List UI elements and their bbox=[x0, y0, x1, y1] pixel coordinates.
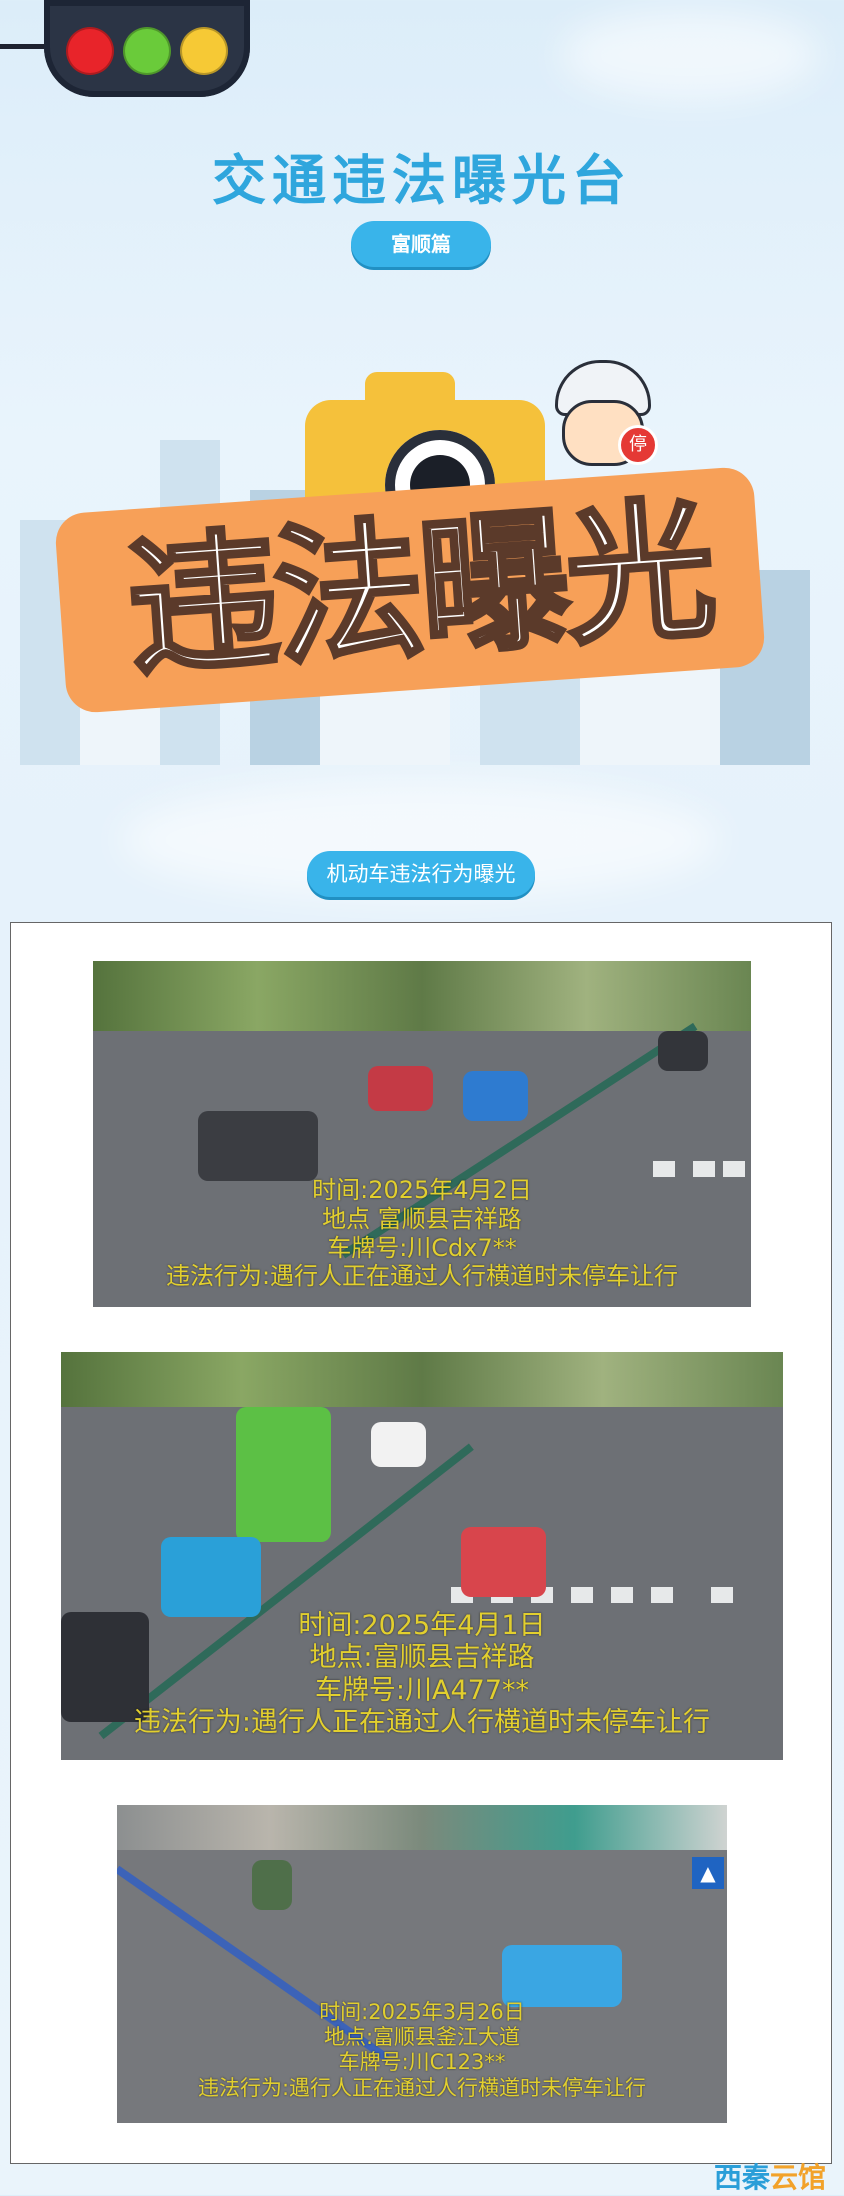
yellow-lamp bbox=[180, 27, 228, 75]
car-shape bbox=[198, 1111, 318, 1181]
page-title: 交通违法曝光台 bbox=[212, 149, 632, 212]
tricycle-shape bbox=[252, 1860, 292, 1910]
violation-caption: 时间:2025年4月1日 地点:富顺县吉祥路 车牌号:川A477** 违法行为:… bbox=[61, 1610, 783, 1740]
violation-plate: 车牌号:川A477** bbox=[314, 1674, 530, 1706]
subtitle-pill: 富顺篇 bbox=[351, 221, 491, 267]
section-label-pill: 机动车违法行为曝光 bbox=[307, 851, 535, 897]
violation-time: 时间:2025年3月26日 bbox=[319, 2000, 525, 2024]
watermark-part2: 云馆 bbox=[770, 2161, 827, 2194]
car-shape bbox=[161, 1537, 261, 1617]
violation-place: 地点:富顺县釜江大道 bbox=[323, 2025, 521, 2050]
violation-behavior: 违法行为:遇行人正在通过人行横道时未停车让行 bbox=[197, 2075, 647, 2100]
violation-photo-3: ▲ 时间:2025年3月26日 地点:富顺县釜江大道 车牌号:川C123** 违… bbox=[117, 1805, 727, 2123]
violation-photo-1: 时间:2025年4月2日 地点 富顺县吉祥路 车牌号:川Cdx7** 违法行为:… bbox=[93, 961, 751, 1307]
red-lamp bbox=[66, 27, 114, 75]
violation-plate: 车牌号:川C123** bbox=[338, 2050, 506, 2075]
car-shape bbox=[368, 1066, 433, 1111]
violation-caption: 时间:2025年4月2日 地点 富顺县吉祥路 车牌号:川Cdx7** 违法行为:… bbox=[93, 1176, 751, 1291]
violation-behavior: 违法行为:遇行人正在通过人行横道时未停车让行 bbox=[165, 1262, 679, 1291]
violation-photo-2: 时间:2025年4月1日 地点:富顺县吉祥路 车牌号:川A477** 违法行为:… bbox=[61, 1352, 783, 1760]
violation-time: 时间:2025年4月1日 bbox=[298, 1610, 546, 1641]
stop-sign-icon: 停 bbox=[618, 425, 658, 465]
background-cloud bbox=[560, 10, 820, 100]
violation-caption: 时间:2025年3月26日 地点:富顺县釜江大道 车牌号:川C123** 违法行… bbox=[117, 2000, 727, 2101]
traffic-police-mascot-icon: 停 bbox=[550, 360, 658, 480]
car-shape bbox=[502, 1945, 622, 2007]
site-watermark: 西秦云馆 bbox=[714, 2156, 826, 2196]
exposure-banner: 停 违法曝光 bbox=[20, 340, 810, 765]
traffic-light-wire bbox=[0, 44, 48, 49]
car-shape bbox=[463, 1071, 528, 1121]
green-lamp bbox=[123, 27, 171, 75]
violations-frame: 时间:2025年4月2日 地点 富顺县吉祥路 车牌号:川Cdx7** 违法行为:… bbox=[10, 922, 832, 2164]
car-shape bbox=[371, 1422, 426, 1467]
violation-plate: 车牌号:川Cdx7** bbox=[327, 1233, 517, 1262]
watermark-part1: 西秦 bbox=[714, 2161, 771, 2194]
violation-behavior: 违法行为:遇行人正在通过人行横道时未停车让行 bbox=[133, 1707, 711, 1739]
violation-place: 地点:富顺县吉祥路 bbox=[309, 1642, 535, 1674]
violation-place: 地点 富顺县吉祥路 bbox=[322, 1204, 522, 1233]
car-shape bbox=[658, 1031, 708, 1071]
bus-shape bbox=[236, 1407, 331, 1542]
violation-time: 时间:2025年4月2日 bbox=[312, 1176, 532, 1204]
traffic-light-icon bbox=[44, 0, 250, 97]
pedestrian-crossing-sign-icon: ▲ bbox=[692, 1857, 724, 1889]
car-shape bbox=[461, 1527, 546, 1597]
